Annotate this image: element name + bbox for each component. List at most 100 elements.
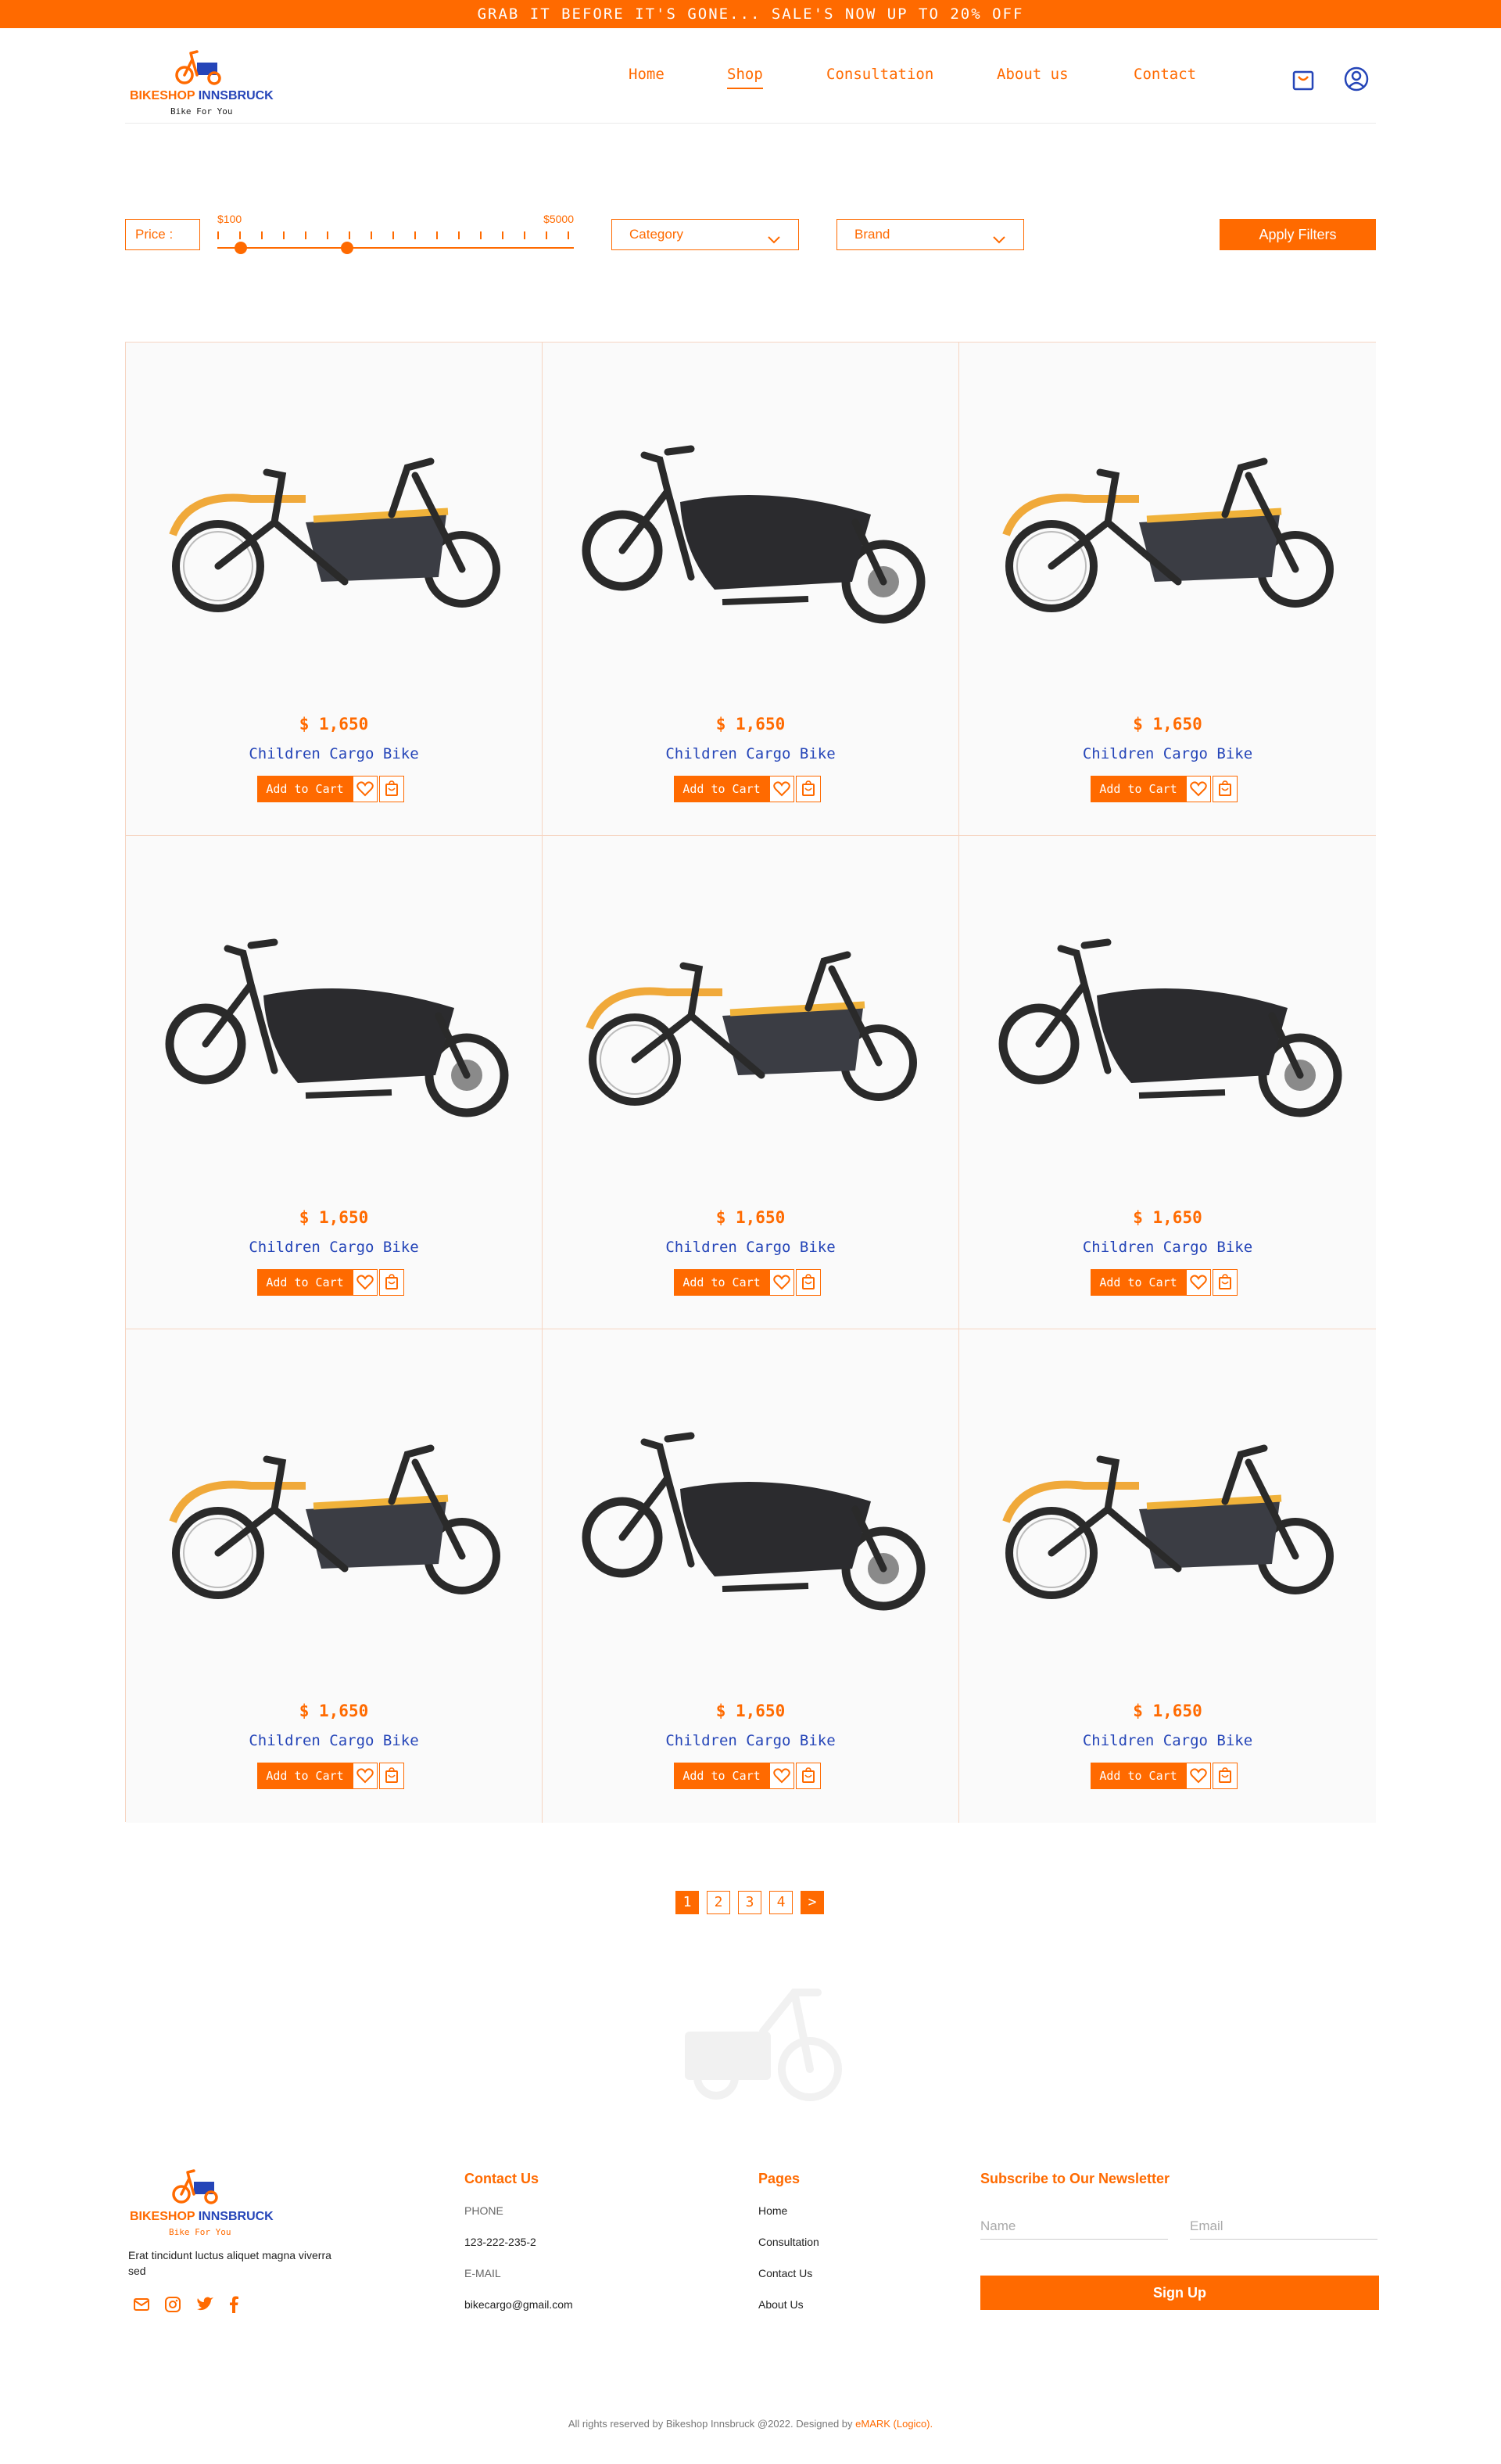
wishlist-heart-icon[interactable] [353,1269,378,1296]
slider-tick [502,231,503,239]
nav-about-us[interactable]: About us [997,66,1069,83]
add-to-cart-button[interactable]: Add to Cart [257,776,353,802]
user-icon[interactable] [1343,66,1370,95]
product-image[interactable] [157,1384,511,1642]
phone-number[interactable]: 123-222-235-2 [464,2234,573,2265]
add-to-cart-button[interactable]: Add to Cart [1091,1269,1186,1296]
product-name[interactable]: Children Cargo Bike [959,1239,1376,1256]
wishlist-heart-icon[interactable] [353,776,378,802]
shopping-bag-icon[interactable] [796,776,821,802]
slider-tick [349,231,350,239]
wishlist-heart-icon[interactable] [1186,1269,1211,1296]
sign-up-button[interactable]: Sign Up [980,2276,1379,2310]
product-card[interactable]: $ 1,650 Children Cargo Bike Add to Cart [126,1329,543,1823]
page-1-button[interactable]: 1 [675,1891,699,1914]
header-actions [1290,66,1376,94]
shopping-bag-icon[interactable] [796,1269,821,1296]
shopping-bag-icon[interactable] [1213,1269,1238,1296]
page-2-button[interactable]: 2 [707,1891,730,1914]
nav-shop[interactable]: Shop [727,66,763,89]
footer-link-about-us[interactable]: About Us [758,2297,819,2328]
add-to-cart-button[interactable]: Add to Cart [674,776,769,802]
shopping-bag-icon[interactable] [379,776,404,802]
product-name[interactable]: Children Cargo Bike [959,1732,1376,1749]
product-image[interactable] [991,891,1345,1149]
announcement-bar: GRAB IT BEFORE IT'S GONE... SALE'S NOW U… [0,0,1501,28]
category-dropdown[interactable]: Category [611,219,799,250]
wishlist-heart-icon[interactable] [769,776,794,802]
apply-filters-button[interactable]: Apply Filters [1220,219,1376,250]
product-image[interactable] [991,1384,1345,1642]
wishlist-heart-icon[interactable] [769,1269,794,1296]
wishlist-heart-icon[interactable] [353,1763,378,1789]
product-grid: $ 1,650 Children Cargo Bike Add to Cart … [125,342,1376,1823]
footer-link-contact-us[interactable]: Contact Us [758,2265,819,2297]
product-name[interactable]: Children Cargo Bike [959,745,1376,762]
product-image[interactable] [574,397,928,655]
slider-tick [568,231,569,239]
footer-pages: Pages Home Consultation Contact Us About… [758,2171,819,2328]
product-image[interactable] [157,397,511,655]
add-to-cart-button[interactable]: Add to Cart [1091,1763,1186,1789]
shopping-bag-icon[interactable] [1213,776,1238,802]
price-filter-label: Price : [125,219,200,250]
email-label: E-MAIL [464,2267,501,2279]
nav-contact[interactable]: Contact [1134,66,1196,83]
footer-link-consultation[interactable]: Consultation [758,2234,819,2265]
shopping-bag-icon[interactable] [1290,66,1317,95]
site-logo[interactable]: BIKESHOP INNSBRUCK Bike For You [130,39,286,117]
mail-icon[interactable] [133,2296,150,2317]
facebook-icon[interactable] [228,2296,239,2317]
product-image[interactable] [157,891,511,1149]
brand-dropdown[interactable]: Brand [836,219,1024,250]
designer-link[interactable]: eMARK (Logico). [855,2418,933,2430]
add-to-cart-button[interactable]: Add to Cart [674,1269,769,1296]
product-actions: Add to Cart [257,1763,414,1789]
product-name[interactable]: Children Cargo Bike [126,745,542,762]
shopping-bag-icon[interactable] [796,1763,821,1789]
slider-track [217,247,574,249]
wishlist-heart-icon[interactable] [1186,776,1211,802]
page-4-button[interactable]: 4 [769,1891,793,1914]
add-to-cart-button[interactable]: Add to Cart [257,1269,353,1296]
product-card[interactable]: $ 1,650 Children Cargo Bike Add to Cart [126,343,543,836]
email-address[interactable]: bikecargo@gmail.com [464,2297,573,2328]
product-card[interactable]: $ 1,650 Children Cargo Bike Add to Cart [543,836,959,1329]
product-card[interactable]: $ 1,650 Children Cargo Bike Add to Cart [959,343,1376,836]
product-name[interactable]: Children Cargo Bike [126,1239,542,1256]
product-name[interactable]: Children Cargo Bike [543,1732,958,1749]
newsletter-name-input[interactable]: Name [980,2215,1168,2240]
shopping-bag-icon[interactable] [379,1763,404,1789]
product-image[interactable] [574,891,928,1149]
next-page-button[interactable]: > [801,1891,824,1914]
product-name[interactable]: Children Cargo Bike [126,1732,542,1749]
slider-max-handle[interactable] [341,242,353,254]
slider-min-handle[interactable] [235,242,247,254]
instagram-icon[interactable] [164,2296,181,2317]
wishlist-heart-icon[interactable] [769,1763,794,1789]
page-3-button[interactable]: 3 [738,1891,761,1914]
twitter-icon[interactable] [195,2296,214,2317]
wishlist-heart-icon[interactable] [1186,1763,1211,1789]
nav-home[interactable]: Home [629,66,665,83]
footer-link-home[interactable]: Home [758,2203,819,2234]
product-image[interactable] [574,1384,928,1642]
shopping-bag-icon[interactable] [1213,1763,1238,1789]
add-to-cart-button[interactable]: Add to Cart [1091,776,1186,802]
slider-tick [414,231,416,239]
price-min-label: $100 [217,213,242,225]
price-range-slider[interactable]: $100 $5000 [217,213,574,260]
product-card[interactable]: $ 1,650 Children Cargo Bike Add to Cart [959,836,1376,1329]
product-name[interactable]: Children Cargo Bike [543,745,958,762]
add-to-cart-button[interactable]: Add to Cart [674,1763,769,1789]
product-card[interactable]: $ 1,650 Children Cargo Bike Add to Cart [126,836,543,1329]
product-name[interactable]: Children Cargo Bike [543,1239,958,1256]
product-card[interactable]: $ 1,650 Children Cargo Bike Add to Cart [543,1329,959,1823]
shopping-bag-icon[interactable] [379,1269,404,1296]
nav-consultation[interactable]: Consultation [826,66,933,83]
product-image[interactable] [991,397,1345,655]
newsletter-email-input[interactable]: Email [1190,2215,1377,2240]
product-card[interactable]: $ 1,650 Children Cargo Bike Add to Cart [959,1329,1376,1823]
product-card[interactable]: $ 1,650 Children Cargo Bike Add to Cart [543,343,959,836]
add-to-cart-button[interactable]: Add to Cart [257,1763,353,1789]
